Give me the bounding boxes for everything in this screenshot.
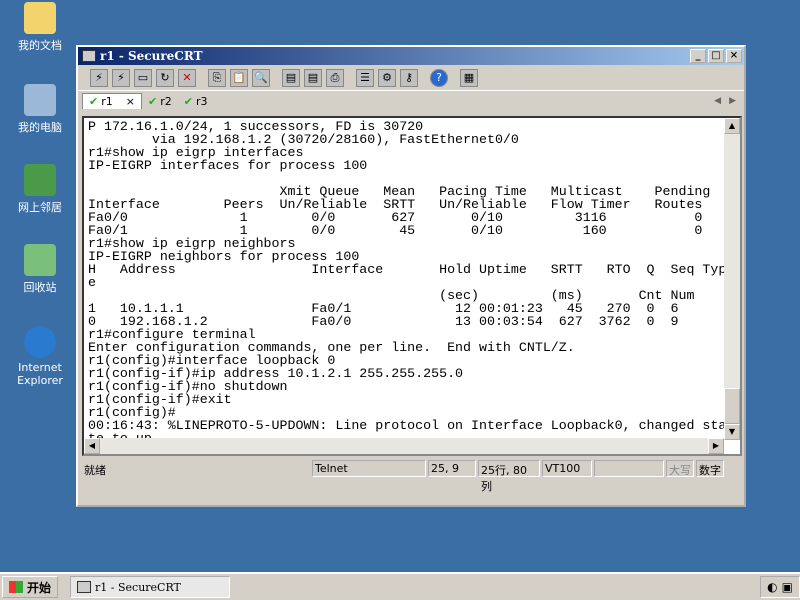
disconnect-icon[interactable]: ✕ xyxy=(178,68,196,87)
status-bar: 就绪 Telnet 25, 9 25行, 80列 VT100 大写 数字 xyxy=(82,460,742,493)
minimize-button[interactable]: _ xyxy=(690,49,706,63)
print-setup-icon[interactable]: ▤ xyxy=(282,68,300,87)
global-options-icon[interactable]: ⚙ xyxy=(378,68,396,87)
tab-label: r3 xyxy=(195,94,208,108)
sftp-icon[interactable]: ▦ xyxy=(460,68,478,87)
recycle-bin-icon xyxy=(24,244,56,276)
scroll-right-button[interactable]: ▶ xyxy=(708,438,724,454)
terminal-output: P 172.16.1.0/24, 1 successors, FD is 307… xyxy=(88,120,726,445)
app-icon xyxy=(82,50,96,62)
terminal-line: H Address Interface Hold Uptime SRTT RTO… xyxy=(88,262,727,277)
securecrt-window: r1 - SecureCRT _ □ × ⚡ ⚡ ▭ ↻ ✕ ⎘ 📋 🔍 ▤ ▤… xyxy=(76,45,746,507)
tray-icon[interactable]: ◐ xyxy=(767,580,777,594)
network-tray-icon[interactable]: ▣ xyxy=(782,580,793,594)
maximize-button[interactable]: □ xyxy=(708,49,724,63)
tab-scroll-left-icon[interactable]: ◀ xyxy=(714,96,721,106)
scroll-down-button[interactable]: ▼ xyxy=(724,424,740,440)
keymap-icon[interactable]: ⚷ xyxy=(400,68,418,87)
tab-r3[interactable]: ✔ r3 xyxy=(178,94,214,109)
check-icon: ✔ xyxy=(183,94,193,108)
check-icon: ✔ xyxy=(147,94,158,108)
connect-icon[interactable]: ⚡ xyxy=(90,68,108,87)
scrollbar-thumb[interactable] xyxy=(724,388,740,424)
task-label: r1 - SecureCRT xyxy=(95,580,181,594)
label: 我的文档 xyxy=(18,39,62,52)
folder-icon xyxy=(24,2,56,34)
vertical-scrollbar[interactable]: ▲ ▼ xyxy=(724,118,740,440)
horizontal-scrollbar[interactable]: ◀ ▶ xyxy=(84,438,724,454)
status-protocol: Telnet xyxy=(312,460,426,477)
desktop-icon-recycle-bin[interactable]: 回收站 xyxy=(8,244,72,295)
windows-logo-icon xyxy=(9,581,23,593)
app-icon xyxy=(77,581,92,593)
network-icon xyxy=(24,164,56,196)
start-label: 开始 xyxy=(27,580,52,595)
title-bar[interactable]: r1 - SecureCRT _ □ × xyxy=(78,47,744,65)
desktop-icon-network[interactable]: 网上邻居 xyxy=(8,164,72,215)
tab-r1[interactable]: ✔ r1 × xyxy=(82,93,142,109)
help-icon[interactable]: ? xyxy=(430,68,448,87)
connect-tab-icon[interactable]: ▭ xyxy=(134,68,152,87)
printer-icon[interactable]: ⎙ xyxy=(326,68,344,87)
start-button[interactable]: 开始 xyxy=(2,576,59,598)
print-icon[interactable]: ▤ xyxy=(304,68,322,87)
tab-r2[interactable]: ✔ r2 xyxy=(142,94,178,109)
status-num: 数字 xyxy=(696,460,724,477)
session-tabs: ✔ r1 × ✔ r2 ✔ r3 ◀ ▶ xyxy=(78,91,744,111)
label: Internet Explorer xyxy=(17,361,63,387)
computer-icon xyxy=(24,84,56,116)
ie-icon xyxy=(24,326,56,358)
copy-icon[interactable]: ⎘ xyxy=(208,68,226,87)
label: 回收站 xyxy=(23,281,57,294)
close-button[interactable]: × xyxy=(726,49,742,63)
check-icon: ✔ xyxy=(89,95,99,108)
find-icon[interactable]: 🔍 xyxy=(252,68,270,87)
label: 我的电脑 xyxy=(18,121,62,134)
terminal-line: r1(config-if)#exit xyxy=(88,392,232,407)
scroll-left-button[interactable]: ◀ xyxy=(84,438,100,454)
taskbar: 开始 r1 - SecureCRT ◐ ▣ xyxy=(0,572,800,600)
terminal[interactable]: P 172.16.1.0/24, 1 successors, FD is 307… xyxy=(82,116,742,456)
paste-icon[interactable]: 📋 xyxy=(230,68,248,87)
terminal-line: IP-EIGRP interfaces for process 100 xyxy=(88,158,368,173)
tab-label: r2 xyxy=(160,94,172,108)
status-blank xyxy=(594,460,664,477)
toolbar: ⚡ ⚡ ▭ ↻ ✕ ⎘ 📋 🔍 ▤ ▤ ⎙ ☰ ⚙ ⚷ ? ▦ xyxy=(78,65,744,91)
session-options-icon[interactable]: ☰ xyxy=(356,68,374,87)
quick-connect-icon[interactable]: ⚡ xyxy=(112,68,130,87)
reconnect-icon[interactable]: ↻ xyxy=(156,68,174,87)
window-title: r1 - SecureCRT xyxy=(100,49,203,63)
label: 网上邻居 xyxy=(18,201,62,214)
tab-close-button[interactable]: × xyxy=(126,95,135,108)
status-size: 25行, 80列 xyxy=(478,460,540,493)
desktop-icon-my-documents[interactable]: 我的文档 xyxy=(8,2,72,53)
taskbar-item-securecrt[interactable]: r1 - SecureCRT xyxy=(70,576,231,598)
tab-scroll-right-icon[interactable]: ▶ xyxy=(729,96,736,106)
terminal-line: 00:16:43: %LINEPROTO-5-UPDOWN: Line prot… xyxy=(88,418,727,433)
desktop-icon-my-computer[interactable]: 我的电脑 xyxy=(8,84,72,135)
desktop-icon-ie[interactable]: Internet Explorer xyxy=(8,326,72,387)
status-ready: 就绪 xyxy=(84,464,106,477)
scroll-up-button[interactable]: ▲ xyxy=(724,118,740,134)
system-tray: ◐ ▣ xyxy=(760,576,800,598)
tab-label: r1 xyxy=(101,95,113,108)
status-caps: 大写 xyxy=(666,460,694,477)
status-cursor: 25, 9 xyxy=(428,460,476,477)
status-emulation: VT100 xyxy=(542,460,592,477)
